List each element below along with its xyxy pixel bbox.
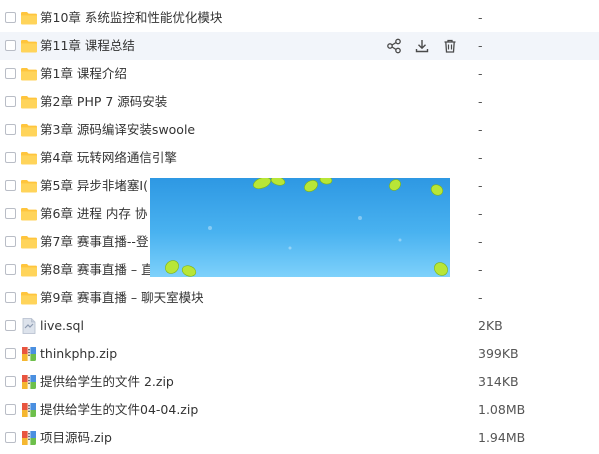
folder-icon [20, 177, 38, 195]
row-checkbox[interactable] [5, 404, 16, 415]
file-row[interactable]: 第2章 PHP 7 源码安装 - [0, 88, 599, 116]
file-size: - [478, 66, 483, 81]
file-name[interactable]: live.sql [40, 312, 84, 340]
file-size: 314KB [478, 374, 519, 389]
file-size: - [478, 262, 483, 277]
file-name[interactable]: 第8章 赛事直播 – 直 [40, 256, 154, 284]
file-row[interactable]: 第1章 课程介绍 - [0, 60, 599, 88]
folder-icon [20, 93, 38, 111]
file-row[interactable]: 第10章 系统监控和性能优化模块 - [0, 4, 599, 32]
file-name[interactable]: 第3章 源码编译安装swoole [40, 116, 195, 144]
file-size: - [478, 206, 483, 221]
file-row[interactable]: 第4章 玩转网络通信引擎 - [0, 144, 599, 172]
folder-icon [20, 205, 38, 223]
file-row[interactable]: 提供给学生的文件 2.zip 314KB [0, 368, 599, 396]
leaf-decoration [165, 178, 448, 277]
file-size: - [478, 234, 483, 249]
folder-icon [20, 121, 38, 139]
file-size: 2KB [478, 318, 503, 333]
row-checkbox[interactable] [5, 236, 16, 247]
file-name[interactable]: 第2章 PHP 7 源码安装 [40, 88, 167, 116]
row-checkbox[interactable] [5, 40, 16, 51]
zip-file-icon [20, 345, 38, 363]
share-icon[interactable] [386, 38, 404, 54]
file-name[interactable]: 第4章 玩转网络通信引擎 [40, 144, 177, 172]
file-size: 399KB [478, 346, 519, 361]
sql-file-icon [20, 317, 38, 335]
folder-icon [20, 9, 38, 27]
file-name[interactable]: 第7章 赛事直播--登 [40, 228, 148, 256]
file-name[interactable]: 项目源码.zip [40, 424, 112, 452]
file-name[interactable]: 第6章 进程 内存 协 [40, 200, 147, 228]
folder-icon [20, 261, 38, 279]
file-size: - [478, 10, 483, 25]
file-size: - [478, 178, 483, 193]
file-row[interactable]: thinkphp.zip 399KB [0, 340, 599, 368]
file-row[interactable]: live.sql 2KB [0, 312, 599, 340]
row-checkbox[interactable] [5, 432, 16, 443]
file-size: - [478, 122, 483, 137]
download-icon[interactable] [414, 38, 432, 54]
row-checkbox[interactable] [5, 292, 16, 303]
file-size: 1.94MB [478, 430, 526, 445]
file-name[interactable]: 第1章 课程介绍 [40, 60, 127, 88]
folder-icon [20, 289, 38, 307]
row-actions [386, 38, 460, 54]
row-checkbox[interactable] [5, 376, 16, 387]
row-checkbox[interactable] [5, 96, 16, 107]
file-name[interactable]: 提供给学生的文件04-04.zip [40, 396, 198, 424]
row-checkbox[interactable] [5, 12, 16, 23]
row-checkbox[interactable] [5, 320, 16, 331]
folder-icon [20, 233, 38, 251]
file-name[interactable]: 第11章 课程总结 [40, 32, 135, 60]
file-size: - [478, 38, 483, 53]
file-row[interactable]: 第11章 课程总结 - [0, 32, 599, 60]
file-size: - [478, 290, 483, 305]
file-size: - [478, 150, 483, 165]
folder-icon [20, 149, 38, 167]
file-size: 1.08MB [478, 402, 526, 417]
folder-icon [20, 65, 38, 83]
zip-file-icon [20, 429, 38, 447]
delete-icon[interactable] [442, 38, 460, 54]
file-row[interactable]: 第3章 源码编译安装swoole - [0, 116, 599, 144]
row-checkbox[interactable] [5, 348, 16, 359]
file-row[interactable]: 提供给学生的文件04-04.zip 1.08MB [0, 396, 599, 424]
folder-icon [20, 37, 38, 55]
zip-file-icon [20, 373, 38, 391]
row-checkbox[interactable] [5, 68, 16, 79]
row-checkbox[interactable] [5, 264, 16, 275]
row-checkbox[interactable] [5, 208, 16, 219]
file-size: - [478, 94, 483, 109]
file-name[interactable]: thinkphp.zip [40, 340, 117, 368]
file-row[interactable]: 项目源码.zip 1.94MB [0, 424, 599, 452]
file-name[interactable]: 第9章 赛事直播 – 聊天室模块 [40, 284, 204, 312]
overlay-image [150, 178, 450, 277]
file-row[interactable]: 第9章 赛事直播 – 聊天室模块 - [0, 284, 599, 312]
file-name[interactable]: 第5章 异步非堵塞I( [40, 172, 148, 200]
zip-file-icon [20, 401, 38, 419]
file-name[interactable]: 提供给学生的文件 2.zip [40, 368, 174, 396]
file-name[interactable]: 第10章 系统监控和性能优化模块 [40, 4, 222, 32]
row-checkbox[interactable] [5, 180, 16, 191]
row-checkbox[interactable] [5, 124, 16, 135]
row-checkbox[interactable] [5, 152, 16, 163]
